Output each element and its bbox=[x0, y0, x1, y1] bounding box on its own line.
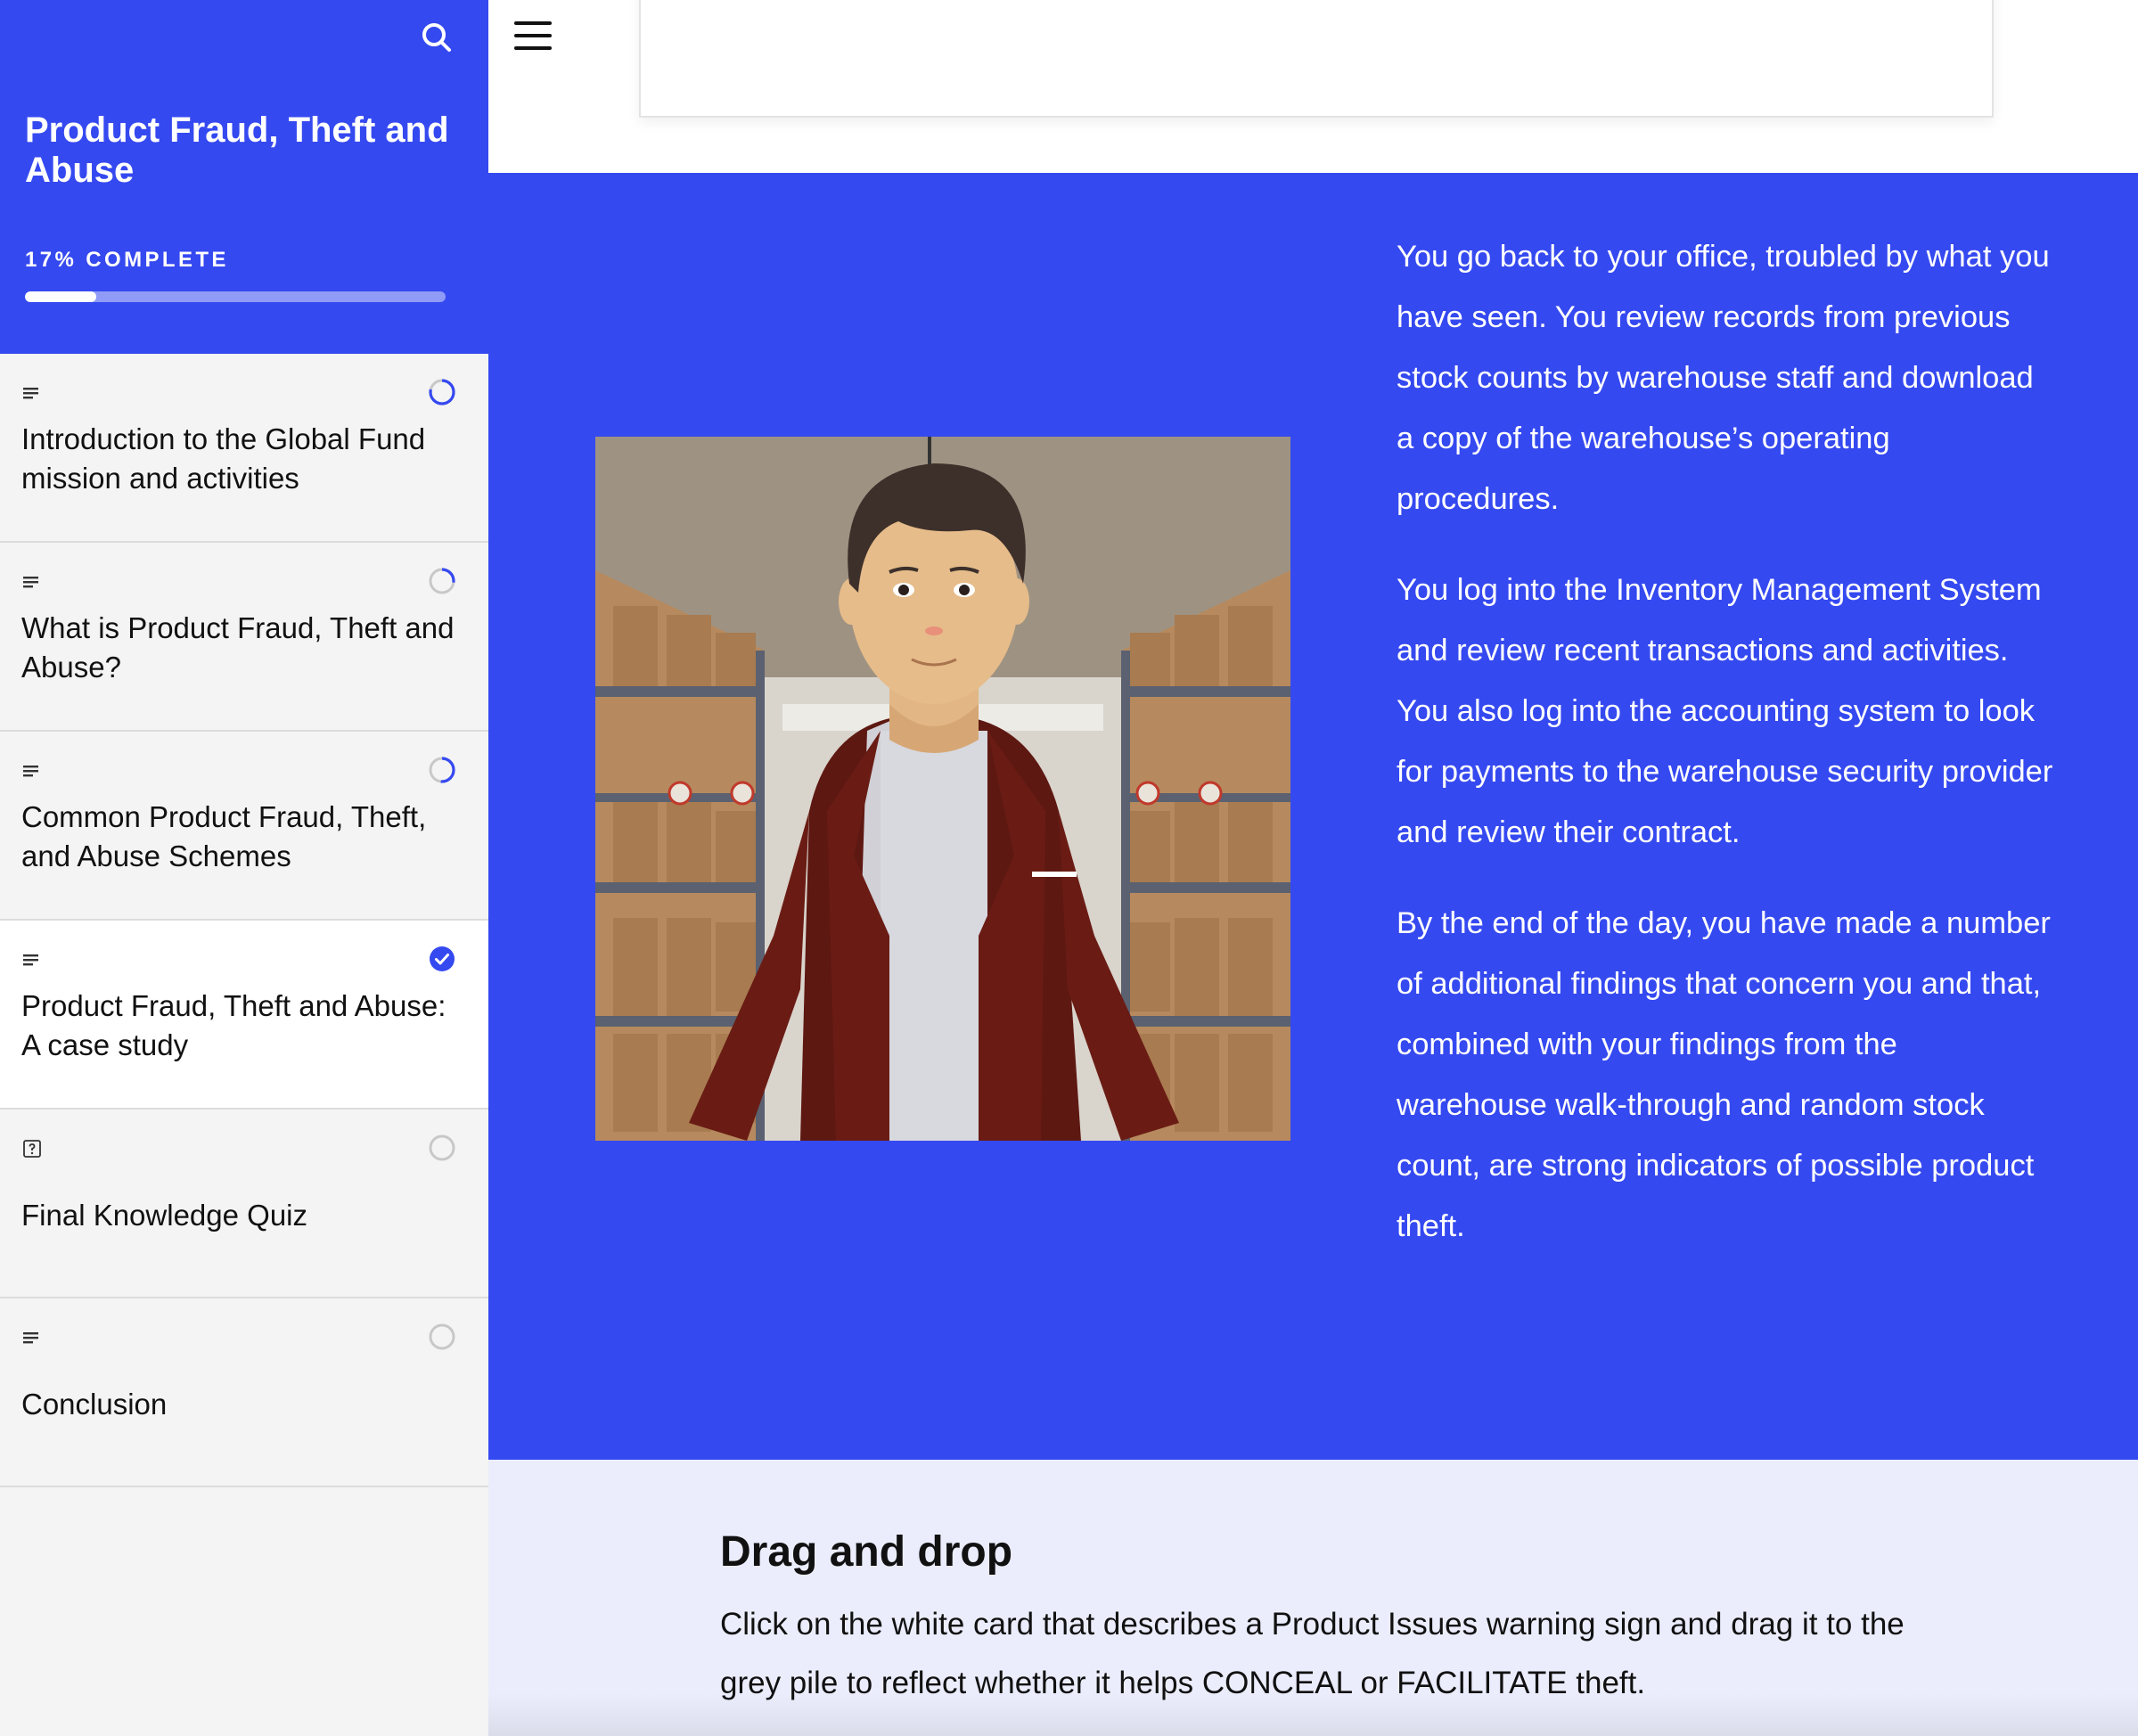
text-lines-icon bbox=[23, 1332, 38, 1344]
text-lines-icon bbox=[23, 954, 38, 966]
story-paragraph: You go back to your office, troubled by … bbox=[1397, 240, 2050, 516]
lesson-item-what-is-fraud[interactable]: What is Product Fraud, Theft and Abuse? bbox=[0, 543, 488, 732]
lesson-title: Introduction to the Global Fund mission … bbox=[21, 422, 426, 495]
lesson-content: You go back to your office, troubled by … bbox=[488, 0, 2138, 1736]
progress-bar-fill bbox=[25, 291, 97, 302]
lesson-item-introduction[interactable]: Introduction to the Global Fund mission … bbox=[0, 354, 488, 543]
lesson-title: Common Product Fraud, Theft, and Abuse S… bbox=[21, 800, 427, 872]
hamburger-menu-icon[interactable] bbox=[514, 20, 552, 52]
lesson-item-common-schemes[interactable]: Common Product Fraud, Theft, and Abuse S… bbox=[0, 732, 488, 921]
course-title: Product Fraud, Theft and Abuse bbox=[25, 111, 449, 190]
text-lines-icon bbox=[23, 766, 38, 777]
content-card bbox=[639, 0, 1994, 118]
story-paragraph: You log into the Inventory Management Sy… bbox=[1397, 573, 2053, 849]
warehouse-character-illustration bbox=[595, 437, 1290, 1141]
bottom-shadow bbox=[488, 1693, 2138, 1736]
lesson-title: What is Product Fraud, Theft and Abuse? bbox=[21, 611, 455, 684]
story-paragraph: By the end of the day, you have made a n… bbox=[1397, 906, 2051, 1243]
quiz-heading: Drag and drop bbox=[720, 1528, 1013, 1576]
lesson-item-conclusion[interactable]: Conclusion bbox=[0, 1298, 488, 1487]
story-block: You go back to your office, troubled by … bbox=[488, 173, 2138, 1460]
text-lines-icon bbox=[23, 388, 38, 399]
course-sidebar: Product Fraud, Theft and Abuse 17% COMPL… bbox=[0, 0, 488, 1736]
search-icon bbox=[422, 23, 451, 52]
lesson-list: Introduction to the Global Fund mission … bbox=[0, 354, 488, 1487]
not-started-icon bbox=[429, 1323, 455, 1350]
lesson-title: Product Fraud, Theft and Abuse: A case s… bbox=[21, 989, 446, 1061]
lesson-title: Final Knowledge Quiz bbox=[21, 1199, 308, 1232]
sidebar-header: Product Fraud, Theft and Abuse 17% COMPL… bbox=[0, 0, 488, 354]
story-text: You go back to your office, troubled by … bbox=[1397, 226, 2056, 1287]
not-started-icon bbox=[429, 1134, 455, 1161]
lesson-item-final-quiz[interactable]: Final Knowledge Quiz bbox=[0, 1110, 488, 1298]
checkmark-complete-icon bbox=[430, 946, 455, 971]
progress-bar bbox=[25, 291, 446, 302]
search-button[interactable] bbox=[414, 14, 460, 61]
in-progress-icon bbox=[429, 379, 455, 405]
quiz-icon bbox=[23, 1140, 41, 1158]
text-lines-icon bbox=[23, 577, 38, 588]
lesson-item-case-study[interactable]: Product Fraud, Theft and Abuse: A case s… bbox=[0, 921, 488, 1110]
progress-label: 17% COMPLETE bbox=[25, 248, 229, 272]
warehouse-man-image bbox=[595, 437, 1290, 1141]
in-progress-icon bbox=[429, 757, 455, 783]
in-progress-icon bbox=[429, 568, 455, 594]
lesson-title: Conclusion bbox=[21, 1388, 168, 1421]
